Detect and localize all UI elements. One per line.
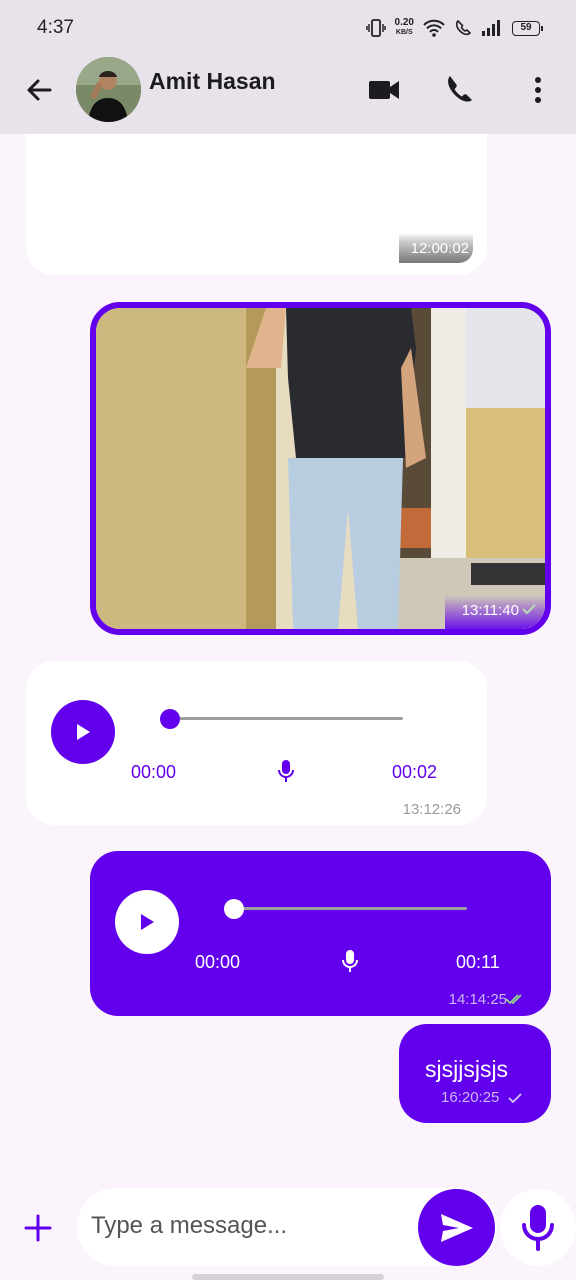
play-icon [141, 914, 154, 930]
status-bar: 4:37 0.20 KB/S 59 [0, 0, 576, 56]
network-speed-unit: KB/S [395, 29, 413, 36]
message-text: sjsjjsjsjs [425, 1056, 509, 1082]
network-speed-value: 0.20 [394, 17, 414, 28]
audio-elapsed: 00:00 [195, 952, 241, 972]
contact-avatar[interactable] [76, 57, 141, 122]
send-button[interactable] [418, 1189, 495, 1266]
sent-photo [96, 308, 545, 629]
audio-seek-track[interactable] [170, 717, 403, 720]
battery-icon: 59 [512, 20, 543, 36]
status-icons: 0.20 KB/S 59 [365, 16, 543, 40]
voice-record-button[interactable] [500, 1189, 576, 1266]
back-arrow-icon[interactable] [22, 73, 56, 107]
message-time: 14:14:25 [448, 991, 507, 1008]
audio-seek-track[interactable] [234, 907, 467, 910]
video-call-icon[interactable] [366, 72, 402, 108]
contact-name[interactable]: Amit Hasan [149, 68, 276, 95]
message-bubble-incoming-media[interactable]: 12:00:02 [26, 134, 487, 275]
audio-elapsed: 00:00 [131, 762, 177, 782]
chat-app-bar: Amit Hasan [0, 56, 576, 134]
message-bubble-incoming-audio[interactable]: 00:00 00:02 13:12:26 [26, 661, 487, 825]
mic-icon [342, 950, 358, 972]
check-icon [522, 604, 536, 615]
mic-icon [278, 760, 294, 782]
message-bubble-outgoing-text[interactable]: sjsjjsjsjs 16:20:25 [399, 1024, 551, 1123]
check-icon [508, 1093, 522, 1104]
play-button[interactable] [115, 890, 179, 954]
message-time: 16:20:25 [441, 1089, 500, 1106]
wifi-icon [423, 19, 445, 37]
network-speed: 0.20 KB/S [395, 18, 414, 38]
message-list[interactable]: 12:00:02 13:11:40 00:00 00:02 13:12:26 0… [0, 134, 576, 1174]
message-input[interactable] [91, 1212, 411, 1240]
avatar-photo [76, 57, 141, 122]
more-vert-icon[interactable] [520, 72, 556, 108]
mic-icon [522, 1204, 554, 1251]
wifi-calling-icon [455, 19, 472, 36]
message-bubble-outgoing-audio[interactable]: 00:00 00:11 14:14:25 [90, 851, 551, 1016]
audio-duration: 00:11 [456, 952, 500, 972]
audio-seek-knob[interactable] [224, 899, 244, 919]
status-time: 4:37 [37, 17, 74, 38]
home-indicator[interactable] [192, 1274, 384, 1280]
message-time: 13:12:26 [402, 801, 461, 818]
message-time: 12:00:02 [410, 240, 469, 257]
double-check-icon [505, 994, 522, 1005]
add-icon[interactable] [22, 1212, 54, 1244]
send-icon [440, 1213, 473, 1242]
play-button[interactable] [51, 700, 115, 764]
audio-duration: 00:02 [392, 762, 438, 782]
message-bubble-outgoing-image[interactable]: 13:11:40 [90, 302, 551, 635]
play-icon [77, 724, 90, 740]
message-time: 13:11:40 [461, 602, 519, 619]
message-composer [0, 1174, 576, 1280]
vibrate-icon [365, 19, 386, 37]
phone-icon[interactable] [442, 72, 478, 108]
signal-icon [482, 20, 500, 36]
audio-seek-knob[interactable] [160, 709, 180, 729]
